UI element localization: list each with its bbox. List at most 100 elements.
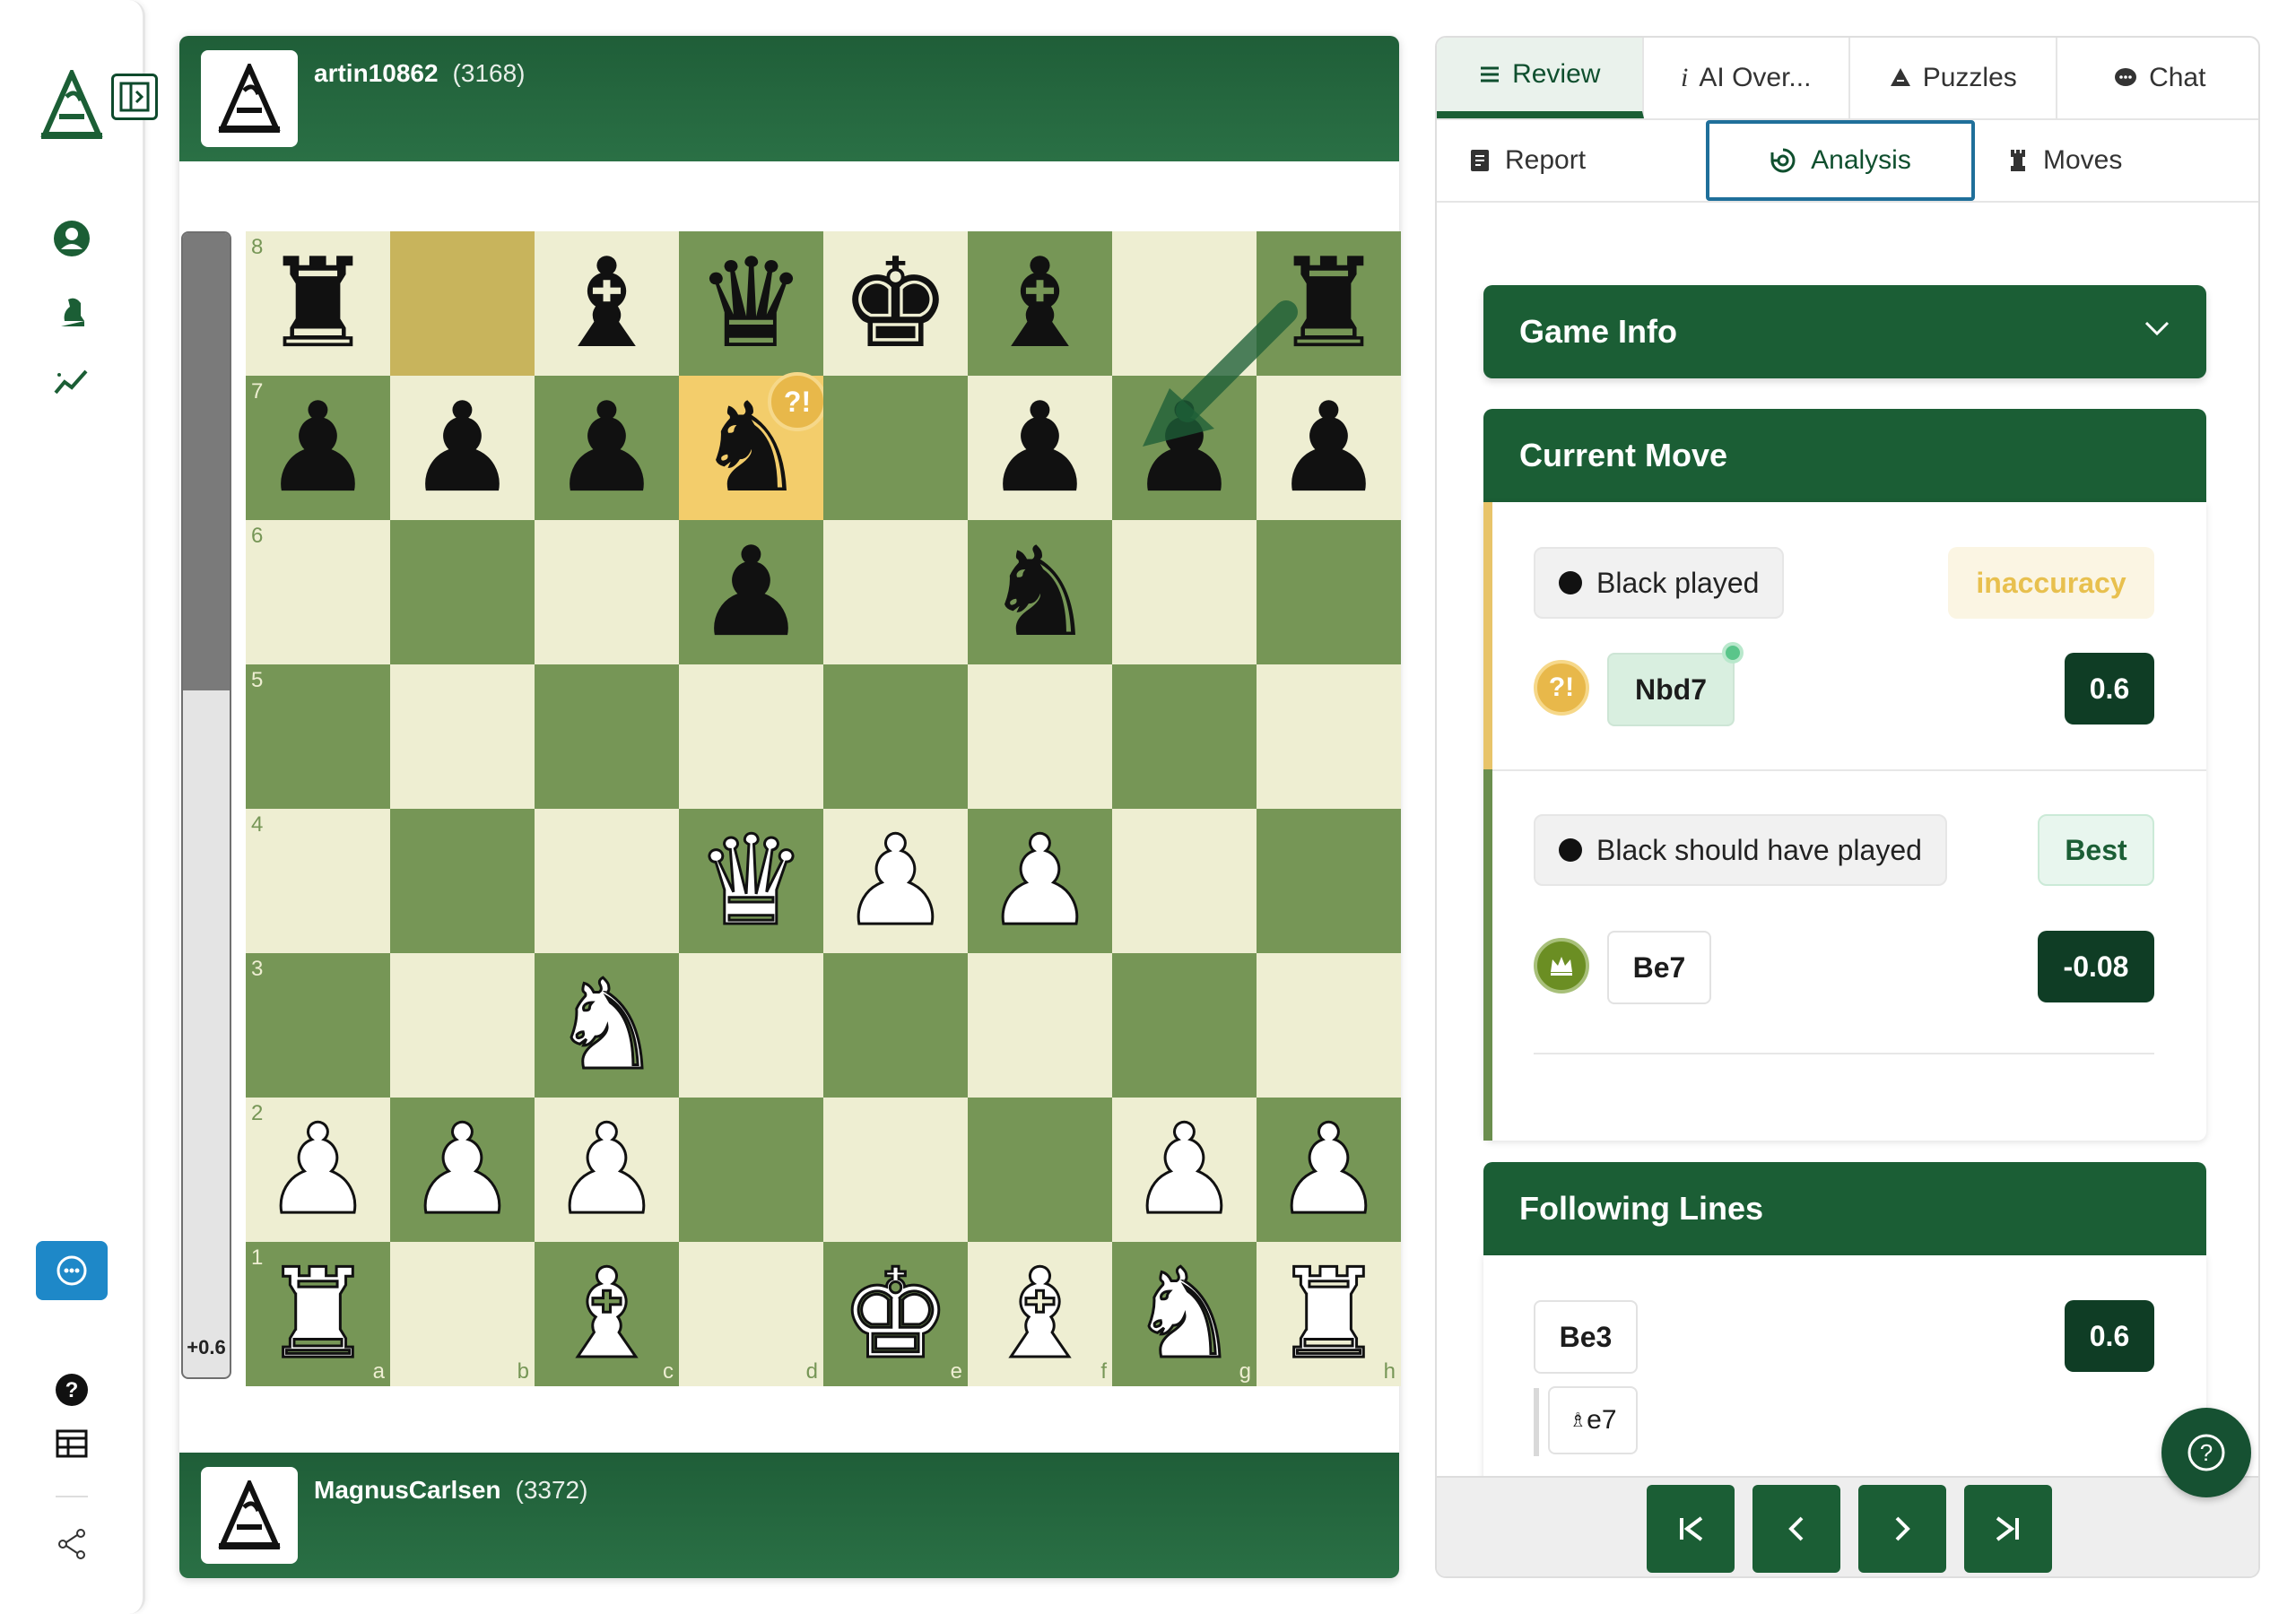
square-g6[interactable] [1112,520,1257,664]
square-c1[interactable]: c ♝ [535,1242,679,1386]
square-c2[interactable]: ♟ [535,1098,679,1242]
square-g2[interactable]: ♟ [1112,1098,1257,1242]
square-d5[interactable] [679,664,823,809]
tab-analysis[interactable]: Analysis [1706,120,1975,201]
square-b7[interactable]: ♟ [390,376,535,520]
square-d4[interactable]: ♛ [679,809,823,953]
black-knight-icon[interactable]: ♞ [985,530,1096,655]
black-rook-icon[interactable]: ♜ [263,241,374,366]
square-g5[interactable] [1112,664,1257,809]
white-pawn-icon[interactable]: ♟ [1272,1106,1386,1233]
help-button[interactable]: ? [2161,1408,2251,1497]
square-d6[interactable]: ♟ [679,520,823,664]
square-a4[interactable]: 4 [246,809,390,953]
square-d1[interactable]: d [679,1242,823,1386]
square-e1[interactable]: e ♚ [823,1242,968,1386]
white-pawn-icon[interactable]: ♟ [1127,1106,1241,1233]
collapse-sidebar-button[interactable] [111,74,158,120]
square-f2[interactable] [968,1098,1112,1242]
black-pawn-icon[interactable]: ♟ [1129,386,1240,510]
played-move[interactable]: Nbd7 [1607,653,1735,726]
square-e8[interactable]: ♚ [823,231,968,376]
square-h6[interactable] [1257,520,1401,664]
white-pawn-icon[interactable]: ♟ [261,1106,375,1233]
square-h7[interactable]: ♟ [1257,376,1401,520]
next-move-button[interactable] [1858,1485,1946,1573]
app-logo[interactable] [39,66,104,140]
square-g8[interactable] [1112,231,1257,376]
white-bishop-icon[interactable]: ♝ [983,1251,1097,1377]
tab-report[interactable]: Report [1437,120,1706,201]
square-a8[interactable]: 8 ♜ [246,231,390,376]
square-h3[interactable] [1257,953,1401,1098]
square-c5[interactable] [535,664,679,809]
square-e3[interactable] [823,953,968,1098]
square-d2[interactable] [679,1098,823,1242]
white-knight-icon[interactable]: ♞ [1127,1251,1241,1377]
black-pawn-icon[interactable]: ♟ [263,386,374,510]
tab-moves[interactable]: Moves [1975,120,2244,201]
square-a3[interactable]: 3 [246,953,390,1098]
black-king-icon[interactable]: ♚ [840,241,952,366]
square-g4[interactable] [1112,809,1257,953]
black-bishop-icon[interactable]: ♝ [552,241,663,366]
help-icon[interactable]: ? [50,1368,93,1411]
white-pawn-icon[interactable]: ♟ [839,818,952,944]
white-king-icon[interactable]: ♚ [839,1251,952,1377]
white-rook-icon[interactable]: ♜ [261,1251,375,1377]
white-queen-icon[interactable]: ♛ [694,818,808,944]
black-pawn-icon[interactable]: ♟ [985,386,1096,510]
square-b2[interactable]: ♟ [390,1098,535,1242]
square-c6[interactable] [535,520,679,664]
square-d3[interactable] [679,953,823,1098]
last-move-button[interactable] [1964,1485,2052,1573]
square-f3[interactable] [968,953,1112,1098]
square-d7[interactable]: ♞?! [679,372,827,520]
square-f6[interactable]: ♞ [968,520,1112,664]
square-h2[interactable]: ♟ [1257,1098,1401,1242]
calendar-icon[interactable] [50,1422,93,1465]
square-b5[interactable] [390,664,535,809]
chess-board[interactable]: 8 ♜ ♝ ♛ ♚ ♝ ♜ 7 ♟ ♟ ♟ ♞?! ♟ ♟ ♟ 6 ♟ ♞ 5 4 ♛ ♟ ♟ 3 ♞ 2 ♟ ♟ ♟ ♟ ♟ 1 a ♜ b c ♝ d… [246,231,1401,1386]
chat-support-button[interactable] [36,1241,108,1300]
square-h4[interactable] [1257,809,1401,953]
square-b1[interactable]: b [390,1242,535,1386]
white-rook-icon[interactable]: ♜ [1272,1251,1386,1377]
square-a1[interactable]: 1 a ♜ [246,1242,390,1386]
square-c8[interactable]: ♝ [535,231,679,376]
square-c7[interactable]: ♟ [535,376,679,520]
game-info-header[interactable]: Game Info [1483,285,2206,378]
black-rook-icon[interactable]: ♜ [1274,241,1385,366]
review-scroll-area[interactable]: Game Info Current Move Black played inac… [1437,204,2258,1478]
tab-chat[interactable]: Chat [2057,38,2259,118]
square-b3[interactable] [390,953,535,1098]
knight-icon[interactable] [50,289,93,332]
square-e5[interactable] [823,664,968,809]
white-pawn-icon[interactable]: ♟ [550,1106,664,1233]
first-move-button[interactable] [1647,1485,1735,1573]
square-g7[interactable]: ♟ [1112,376,1257,520]
best-move[interactable]: Be7 [1607,931,1711,1004]
square-b8[interactable] [390,231,535,376]
square-f4[interactable]: ♟ [968,809,1112,953]
square-a5[interactable]: 5 [246,664,390,809]
square-e4[interactable]: ♟ [823,809,968,953]
tab-review[interactable]: Review [1437,38,1644,118]
profile-icon[interactable] [50,217,93,260]
square-e7[interactable] [823,376,968,520]
black-pawn-icon[interactable]: ♟ [696,530,807,655]
black-queen-icon[interactable]: ♛ [696,241,807,366]
square-a2[interactable]: 2 ♟ [246,1098,390,1242]
tab-ai-overview[interactable]: i AI Over... [1644,38,1850,118]
player-name[interactable]: MagnusCarlsen [314,1476,501,1505]
square-f8[interactable]: ♝ [968,231,1112,376]
square-g1[interactable]: g ♞ [1112,1242,1257,1386]
stats-icon[interactable] [50,360,93,404]
square-h8[interactable]: ♜ [1257,231,1401,376]
black-pawn-icon[interactable]: ♟ [407,386,518,510]
square-f7[interactable]: ♟ [968,376,1112,520]
line-move[interactable]: Be3 [1534,1300,1638,1374]
white-bishop-icon[interactable]: ♝ [550,1251,664,1377]
square-e2[interactable] [823,1098,968,1242]
tab-puzzles[interactable]: Puzzles [1850,38,2057,118]
